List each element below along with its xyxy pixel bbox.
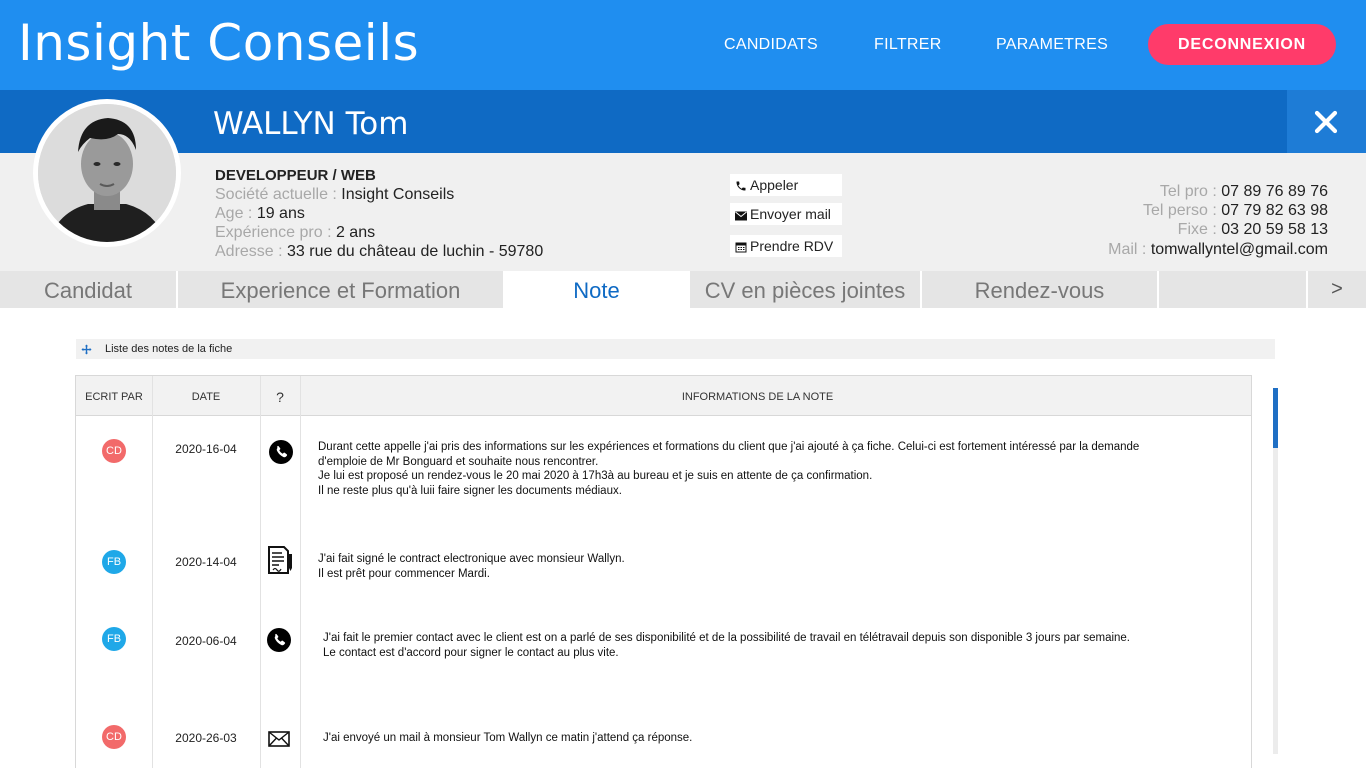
logout-button[interactable]: DECONNEXION [1148,24,1336,65]
scrollbar-thumb[interactable] [1273,388,1278,448]
tab-bar: Candidat Experience et Formation Note CV… [0,271,1366,308]
note-date: 2020-06-04 [175,634,237,648]
note-date: 2020-16-04 [175,442,237,456]
tel-perso-field: Tel perso : 07 79 82 63 98 [1143,202,1328,220]
experience-label: Expérience pro : [215,224,336,241]
author-badge[interactable]: FB [102,627,126,651]
tab-overflow[interactable] [1159,271,1306,308]
schedule-meeting-button[interactable]: Prendre RDV [730,235,842,257]
note-line: J'ai fait le premier contact avec le cli… [323,632,1131,644]
tab-rendez-vous[interactable]: Rendez-vous [922,271,1157,308]
fixe-field: Fixe : 03 20 59 58 13 [1178,221,1328,239]
tel-perso-value[interactable]: 07 79 82 63 98 [1221,202,1328,219]
age-field: Age : 19 ans [215,205,305,223]
mail-label: Mail : [1108,241,1151,258]
contract-icon [267,546,293,579]
mail-value[interactable]: tomwallyntel@gmail.com [1151,241,1328,258]
note-line: Durant cette appelle j'ai pris des infor… [318,441,1140,453]
tab-next-button[interactable]: > [1308,271,1366,308]
note-line: J'ai envoyé un mail à monsieur Tom Wally… [323,732,693,744]
nav-filtrer[interactable]: FILTRER [874,36,942,54]
nav-candidats[interactable]: CANDIDATS [724,36,818,54]
author-badge[interactable]: CD [102,439,126,463]
note-text: Durant cette appelle j'ai pris des infor… [318,440,1139,498]
calendar-icon [735,242,747,253]
tel-perso-label: Tel perso : [1142,202,1222,219]
tab-candidat[interactable]: Candidat [0,271,176,308]
column-divider [152,376,153,768]
call-label: Appeler [750,177,799,193]
candidate-name: WALLYN Tom [213,106,409,142]
mail-icon [268,731,290,752]
column-divider [260,376,261,768]
column-header-type[interactable]: ? [260,376,300,416]
author-badge[interactable]: FB [102,550,126,574]
avatar-photo [38,104,176,242]
column-header-author[interactable]: ECRIT PAR [76,376,152,416]
note-line: J'ai fait signé le contract electronique… [318,553,625,565]
close-button[interactable] [1287,90,1366,153]
fixe-value[interactable]: 03 20 59 58 13 [1221,221,1328,238]
note-text: J'ai fait le premier contact avec le cli… [323,631,1130,660]
note-text: J'ai envoyé un mail à monsieur Tom Wally… [323,731,692,746]
note-line: Le contact est d'accord pour signer le c… [323,646,619,659]
tab-note[interactable]: Note [505,271,688,308]
note-text: J'ai fait signé le contract electronique… [318,552,625,581]
tel-pro-value[interactable]: 07 89 76 89 76 [1221,183,1328,200]
address-value: 33 rue du château de luchin - 59780 [287,243,544,260]
column-header-info[interactable]: INFORMATIONS DE LA NOTE [300,376,1215,416]
note-date: 2020-26-03 [175,731,237,745]
experience-value: 2 ans [335,224,376,241]
tel-pro-field: Tel pro : 07 89 76 89 76 [1160,183,1328,201]
schedule-meeting-label: Prendre RDV [750,238,834,254]
note-date: 2020-14-04 [175,555,237,569]
age-value: 19 ans [256,205,305,222]
fixe-label: Fixe : [1177,221,1222,238]
column-header-date[interactable]: DATE [152,376,260,416]
phone-icon [267,628,291,657]
send-mail-button[interactable]: Envoyer mail [730,203,842,225]
tel-pro-label: Tel pro : [1159,183,1222,200]
mail-icon [735,211,747,221]
move-icon[interactable] [81,344,92,355]
candidate-name-bar [0,90,1366,153]
mail-field: Mail : tomwallyntel@gmail.com [1108,241,1328,259]
table-header: ECRIT PAR DATE ? INFORMATIONS DE LA NOTE [76,376,1251,416]
tab-experience-formation[interactable]: Experience et Formation [178,271,503,308]
author-badge[interactable]: CD [102,725,126,749]
close-icon [1314,110,1338,134]
notes-table: ECRIT PAR DATE ? INFORMATIONS DE LA NOTE… [75,375,1252,768]
call-button[interactable]: Appeler [730,174,842,196]
address-label: Adresse : [215,243,288,260]
company-field: Société actuelle : Insight Conseils [215,186,454,204]
company-value: Insight Conseils [341,186,455,203]
phone-icon [269,440,293,469]
experience-field: Expérience pro : 2 ans [215,224,375,242]
note-line: d'emploie de Mr Bonguard et souhaite nou… [318,455,599,468]
tab-cv-pieces-jointes[interactable]: CV en pièces jointes [690,271,920,308]
top-bar: Insight Conseils CANDIDATS FILTRER PARAM… [0,0,1366,90]
notes-section-header: Liste des notes de la fiche [76,339,1275,359]
job-title: DEVELOPPEUR / WEB [215,167,376,184]
company-label: Société actuelle : [215,186,342,203]
avatar [33,99,181,247]
brand-logo[interactable]: Insight Conseils [18,14,419,72]
note-line: Je lui est proposé un rendez-vous le 20 … [318,470,873,482]
send-mail-label: Envoyer mail [750,206,831,222]
age-label: Age : [215,205,257,222]
column-divider [300,376,301,768]
notes-section-title: Liste des notes de la fiche [105,343,233,355]
nav-parametres[interactable]: PARAMETRES [996,36,1108,54]
note-line: Il est prêt pour commencer Mardi. [318,567,490,580]
address-field: Adresse : 33 rue du château de luchin - … [215,243,543,261]
phone-icon [736,181,746,191]
note-line: Il ne reste plus qu'à luii faire signer … [318,484,622,497]
